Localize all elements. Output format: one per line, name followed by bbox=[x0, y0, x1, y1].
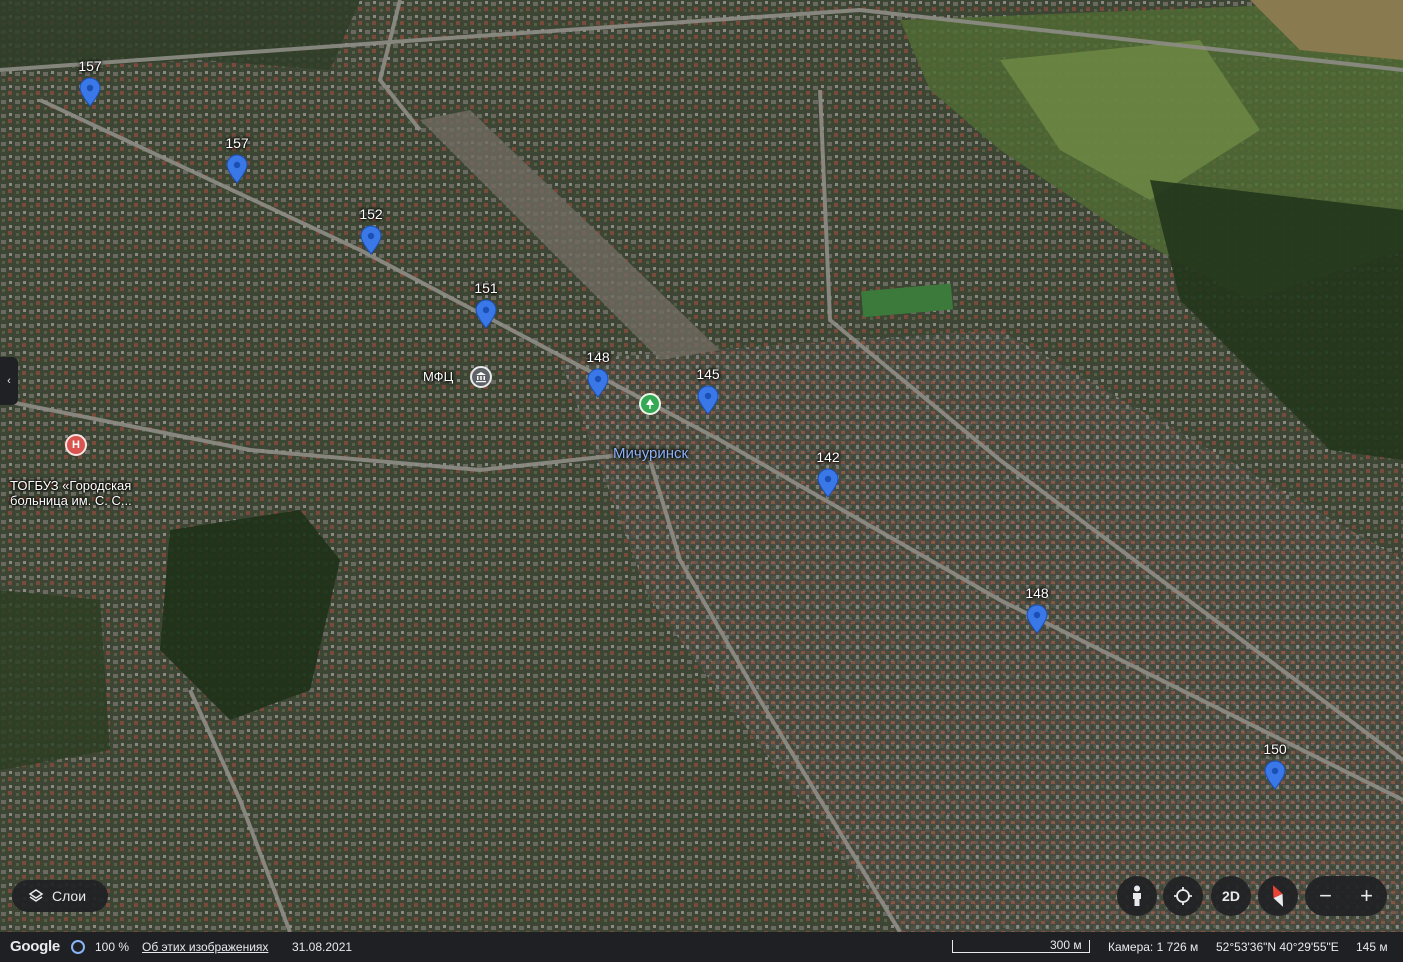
map-pin-icon bbox=[226, 154, 248, 184]
poi-label-hospital[interactable]: ТОГБУЗ «Городская больница им. С. С... bbox=[10, 478, 160, 508]
map-pin-icon bbox=[1026, 604, 1048, 634]
imagery-date: 31.08.2021 bbox=[292, 940, 353, 954]
satellite-map-view[interactable]: 157 157 152 151 148 145 142 148 150 МФЦ bbox=[0, 0, 1403, 932]
elevation-marker[interactable]: 151 bbox=[466, 280, 506, 329]
poi-label-mfc[interactable]: МФЦ bbox=[423, 369, 453, 384]
marker-label: 157 bbox=[225, 135, 249, 151]
marker-label: 152 bbox=[359, 206, 383, 222]
marker-label: 151 bbox=[474, 280, 498, 296]
elevation-marker[interactable]: 148 bbox=[578, 349, 618, 398]
rotate-button[interactable] bbox=[1163, 876, 1203, 916]
elevation-marker[interactable]: 157 bbox=[70, 58, 110, 107]
marker-label: 145 bbox=[696, 366, 720, 382]
zoom-out-button[interactable]: − bbox=[1305, 876, 1346, 916]
camera-altitude: Камера: 1 726 м bbox=[1108, 940, 1199, 954]
elevation-marker[interactable]: 148 bbox=[1017, 585, 1057, 634]
map-pin-icon bbox=[475, 299, 497, 329]
park-tree-icon[interactable] bbox=[639, 393, 661, 415]
pegman-icon bbox=[1133, 885, 1141, 906]
hospital-icon[interactable]: H bbox=[65, 434, 87, 456]
chevron-left-icon: ‹ bbox=[7, 375, 11, 387]
government-building-icon[interactable] bbox=[470, 366, 492, 388]
elevation-marker[interactable]: 142 bbox=[808, 449, 848, 498]
marker-label: 148 bbox=[586, 349, 610, 365]
map-pin-icon bbox=[817, 468, 839, 498]
cursor-coordinates: 52°53'36"N 40°29'55"E bbox=[1216, 940, 1339, 954]
zoom-in-button[interactable]: + bbox=[1346, 876, 1387, 916]
elevation-marker[interactable]: 157 bbox=[217, 135, 257, 184]
layers-label: Слои bbox=[52, 888, 87, 904]
map-pin-icon bbox=[1264, 760, 1286, 790]
marker-label: 157 bbox=[78, 58, 102, 74]
side-panel-toggle-button[interactable]: ‹ bbox=[0, 357, 18, 405]
google-logo: Google bbox=[10, 938, 60, 955]
map-pin-icon bbox=[587, 368, 609, 398]
marker-label: 148 bbox=[1025, 585, 1049, 601]
map-pin-icon bbox=[360, 225, 382, 255]
scale-label: 300 м bbox=[1050, 938, 1082, 952]
ground-elevation: 145 м bbox=[1356, 940, 1388, 954]
marker-label: 142 bbox=[816, 449, 840, 465]
opacity-icon[interactable] bbox=[71, 940, 85, 954]
view-mode-label: 2D bbox=[1222, 888, 1240, 904]
map-pin-icon bbox=[697, 385, 719, 415]
about-images-link[interactable]: Об этих изображениях bbox=[142, 932, 268, 962]
compass-icon bbox=[1272, 885, 1284, 907]
city-label[interactable]: Мичуринск bbox=[613, 445, 688, 462]
elevation-marker[interactable]: 145 bbox=[688, 366, 728, 415]
status-bar: Google 100 % Об этих изображениях 31.08.… bbox=[0, 932, 1403, 962]
view-mode-button[interactable]: 2D bbox=[1211, 876, 1251, 916]
marker-label: 150 bbox=[1263, 741, 1287, 757]
map-pin-icon bbox=[79, 77, 101, 107]
elevation-marker[interactable]: 152 bbox=[351, 206, 391, 255]
layers-icon bbox=[28, 889, 44, 902]
zoom-controls: − + bbox=[1305, 876, 1387, 916]
elevation-marker[interactable]: 150 bbox=[1255, 741, 1295, 790]
satellite-imagery bbox=[0, 0, 1403, 932]
opacity-value[interactable]: 100 % bbox=[95, 932, 129, 962]
layers-button[interactable]: Слои bbox=[12, 880, 108, 912]
street-view-button[interactable] bbox=[1117, 876, 1157, 916]
rotate-icon bbox=[1174, 887, 1192, 905]
compass-button[interactable] bbox=[1258, 876, 1298, 916]
